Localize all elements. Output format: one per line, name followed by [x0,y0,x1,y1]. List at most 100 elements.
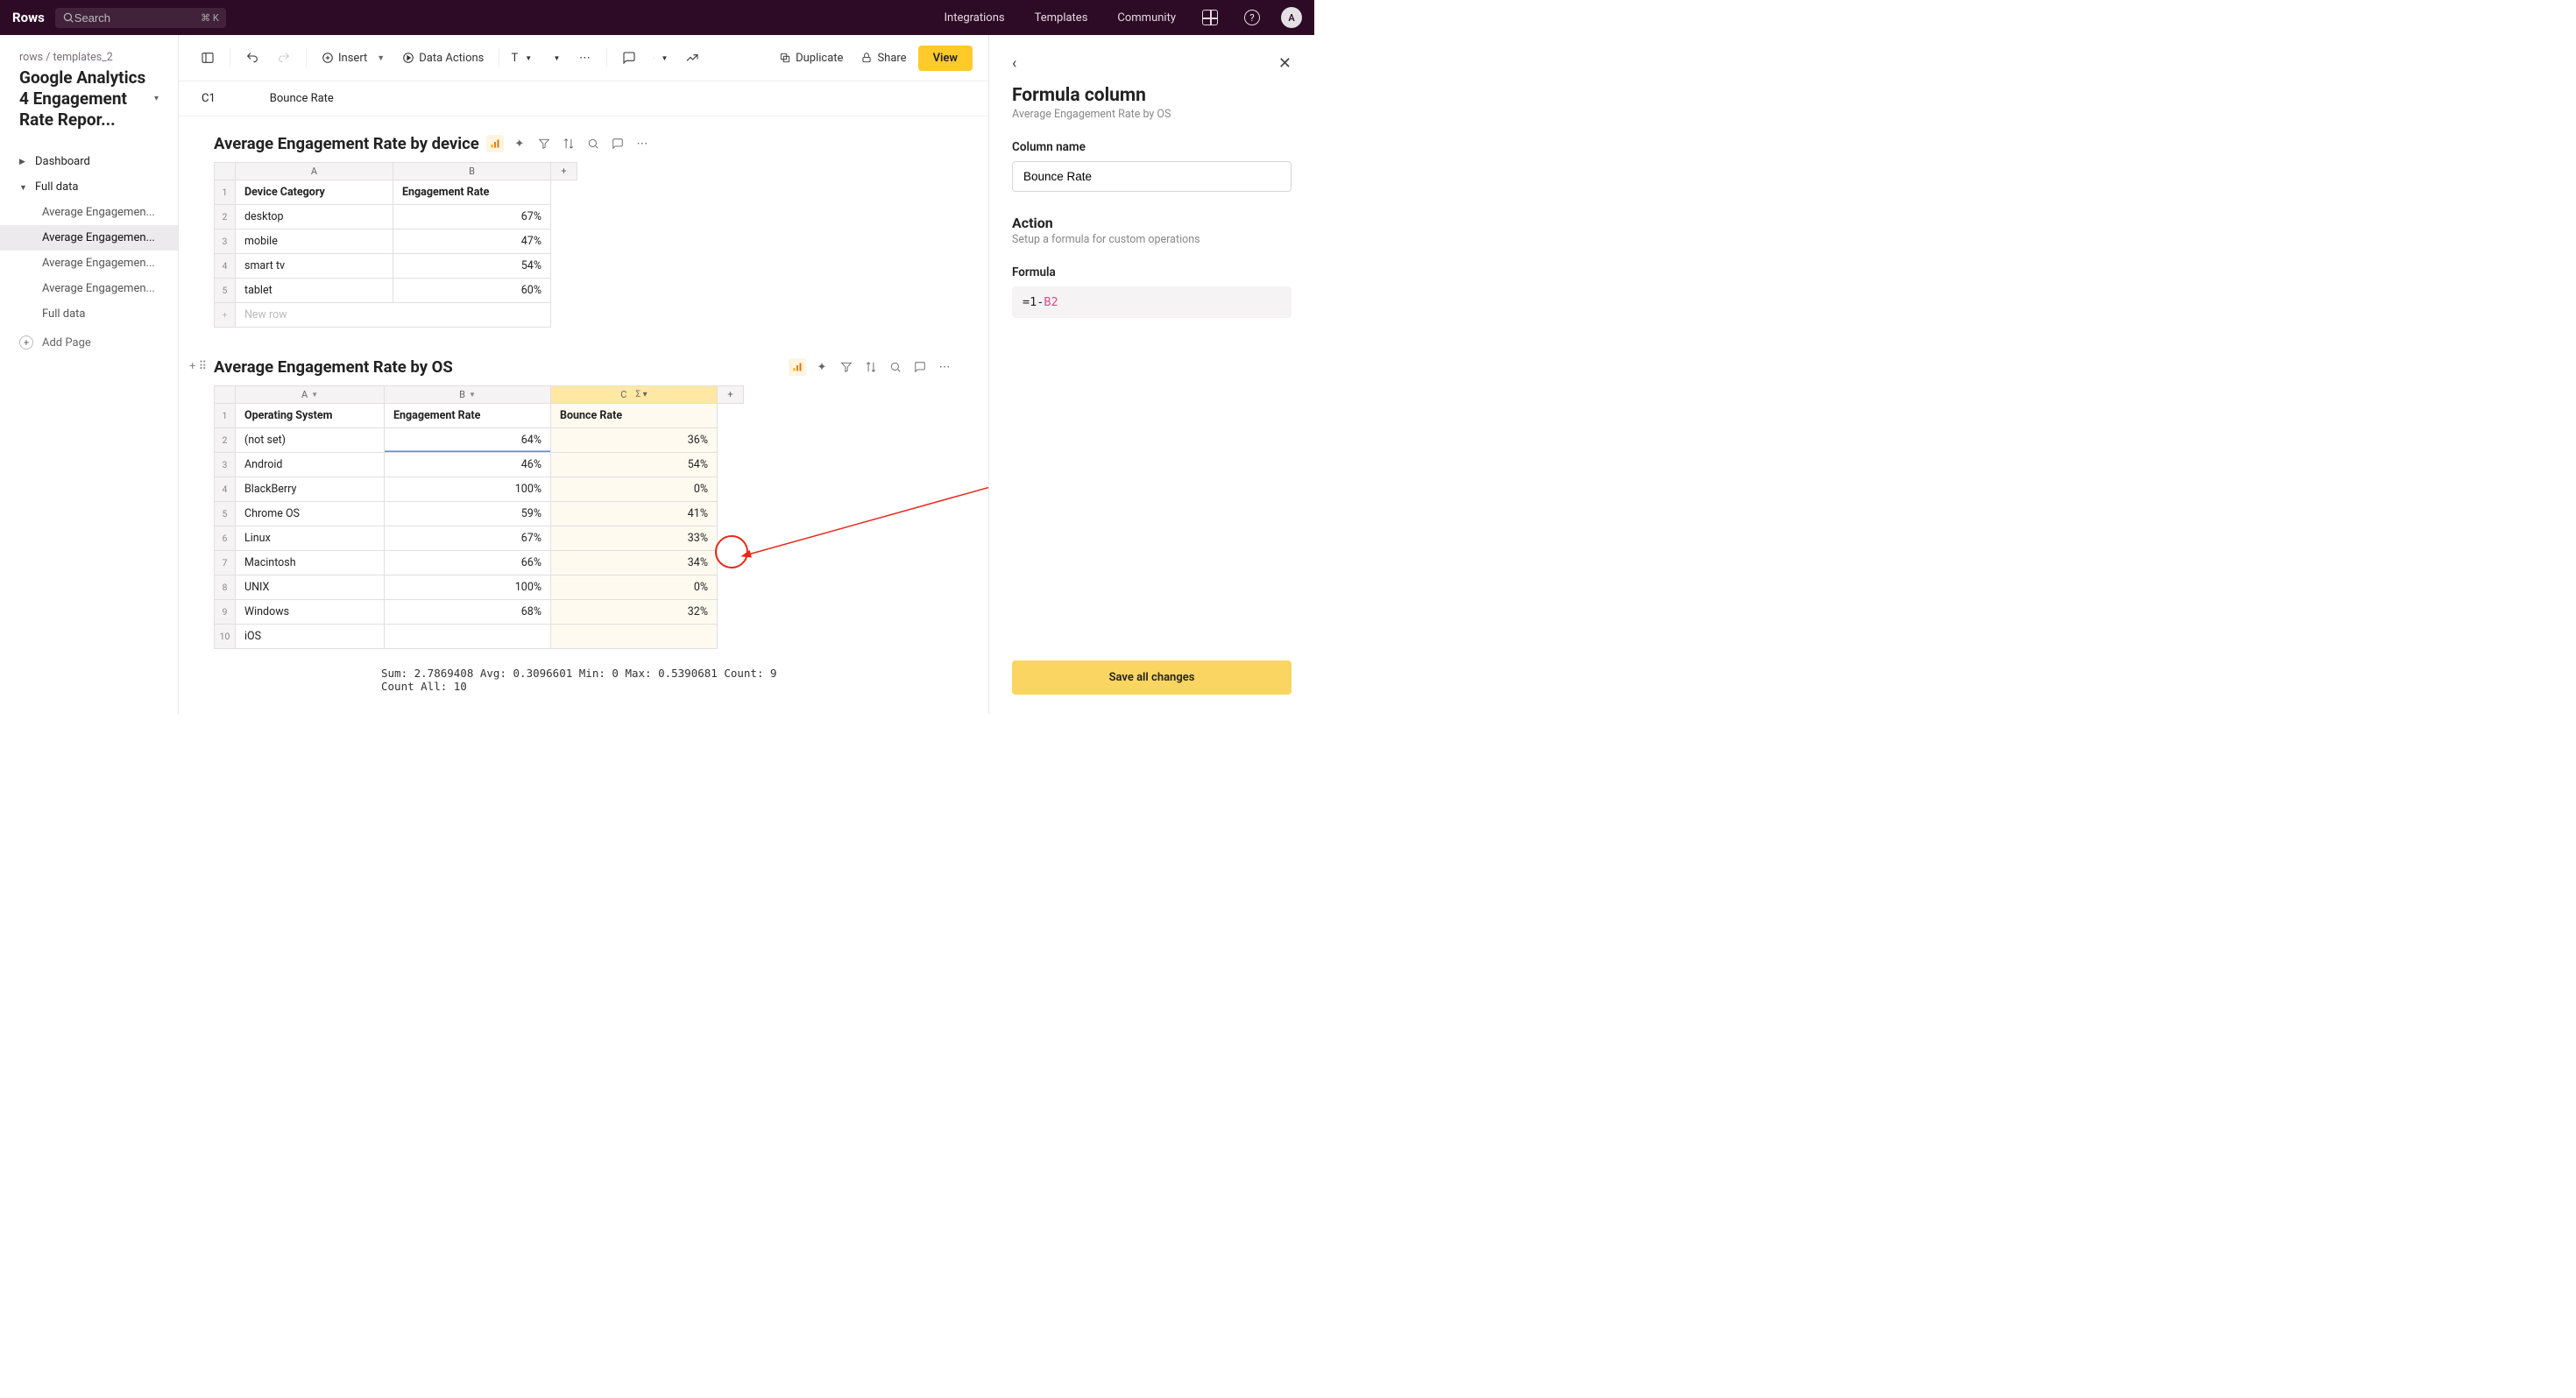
redo-button[interactable] [271,45,297,71]
data-cell[interactable]: 67% [385,526,551,551]
data-cell[interactable]: 47% [393,229,551,254]
nav-integrations[interactable]: Integrations [944,11,1004,25]
undo-button[interactable] [239,45,265,71]
corner-cell[interactable] [215,386,236,404]
data-cell[interactable]: UNIX [236,575,385,600]
sidebar-sub-1[interactable]: Average Engagemen... [0,225,178,251]
data-cell[interactable]: 33% [551,526,718,551]
share-button[interactable]: Share [854,47,912,69]
sidebar-item-fulldata[interactable]: ▼ Full data [0,174,178,200]
sort-icon[interactable] [862,358,880,376]
data-cell[interactable]: 59% [385,502,551,526]
data-actions-button[interactable]: Data Actions [396,47,490,69]
sidebar-sub-3[interactable]: Average Engagemen... [0,276,178,301]
search-table-icon[interactable] [584,135,602,152]
data-cell[interactable]: 0% [551,477,718,502]
col-header-a[interactable]: A▼ [236,386,385,404]
duplicate-button[interactable]: Duplicate [773,47,849,69]
col-header-c[interactable]: CΣ ▾ [551,386,718,404]
breadcrumb[interactable]: rows / templates_2 [0,51,178,64]
corner-cell[interactable] [215,163,236,180]
doc-title[interactable]: Google Analytics 4 Engagement Rate Repor… [19,67,154,130]
data-cell[interactable]: 54% [393,254,551,279]
toggle-panel-icon[interactable] [195,45,221,71]
sidebar-sub-0[interactable]: Average Engagemen... [0,200,178,225]
sort-icon[interactable] [560,135,577,152]
data-cell[interactable]: 32% [551,600,718,625]
data-cell[interactable]: tablet [236,279,393,303]
data-cell[interactable]: BlackBerry [236,477,385,502]
table-more-icon[interactable]: ⋯ [936,358,953,376]
add-row-button[interactable]: + [215,303,236,328]
data-cell[interactable]: 46% [385,453,551,477]
data-cell[interactable] [385,625,551,649]
data-cell[interactable]: 100% [385,477,551,502]
nav-templates[interactable]: Templates [1035,11,1088,25]
search-input[interactable] [74,11,180,25]
filter-icon[interactable] [535,135,553,152]
data-cell[interactable]: Chrome OS [236,502,385,526]
cell-reference[interactable]: C1 [196,92,244,105]
col-header-b[interactable]: B▼ [385,386,551,404]
data-cell[interactable]: Macintosh [236,551,385,575]
data-cell[interactable]: Android [236,453,385,477]
data-cell[interactable]: 41% [551,502,718,526]
table-title[interactable]: Average Engagement Rate by OS [214,357,453,377]
ai-icon[interactable]: ✦ [511,135,528,152]
data-cell[interactable]: iOS [236,625,385,649]
data-cell[interactable]: 100% [385,575,551,600]
new-row-cell[interactable]: New row [236,303,551,328]
data-cell[interactable]: 0% [551,575,718,600]
comment-table-icon[interactable] [911,358,929,376]
data-cell[interactable]: 66% [385,551,551,575]
insert-button[interactable]: Insert ▼ [315,47,391,69]
sidebar-sub-4[interactable]: Full data [0,301,178,327]
text-format-button[interactable]: T ▼ [508,45,534,71]
back-button[interactable]: ‹ [1012,54,1016,73]
sheet-os[interactable]: A▼ B▼ CΣ ▾ + 1Operating SystemEngagement… [214,385,744,649]
add-column-button[interactable]: + [718,386,744,404]
trend-button[interactable] [679,45,705,71]
data-cell[interactable]: mobile [236,229,393,254]
add-page-button[interactable]: + Add Page [0,327,178,358]
history-button[interactable]: ▼ [648,45,674,71]
formula-input[interactable]: =1-B2 [1012,286,1292,318]
block-handle[interactable]: + ⠿ [189,360,207,373]
header-cell[interactable]: Bounce Rate [551,404,718,428]
view-button[interactable]: View [918,46,973,71]
chevron-down-icon[interactable]: ▾ [154,94,159,103]
data-cell[interactable]: (not set) [236,428,385,453]
add-column-button[interactable]: + [551,163,577,180]
data-cell[interactable]: Linux [236,526,385,551]
column-name-input[interactable] [1012,161,1292,192]
sheet-device[interactable]: A B + 1Device CategoryEngagement Rate 2d… [214,162,577,328]
data-cell[interactable]: 60% [393,279,551,303]
filter-icon[interactable] [838,358,855,376]
data-cell[interactable]: smart tv [236,254,393,279]
nav-community[interactable]: Community [1117,11,1176,25]
data-cell[interactable] [551,625,718,649]
data-cell[interactable]: 64% [385,428,551,453]
ai-icon[interactable]: ✦ [813,358,831,376]
help-icon[interactable]: ? [1244,10,1260,25]
align-button[interactable]: ▼ [540,45,566,71]
save-changes-button[interactable]: Save all changes [1012,660,1292,695]
table-title[interactable]: Average Engagement Rate by device [214,134,479,153]
data-cell[interactable]: 68% [385,600,551,625]
data-cell[interactable]: Windows [236,600,385,625]
data-cell[interactable]: 54% [551,453,718,477]
header-cell[interactable]: Engagement Rate [385,404,551,428]
sidebar-item-dashboard[interactable]: ▶ Dashboard [0,149,178,174]
header-cell[interactable]: Engagement Rate [393,180,551,205]
data-cell[interactable]: 34% [551,551,718,575]
data-cell[interactable]: 67% [393,205,551,229]
search-table-icon[interactable] [887,358,904,376]
gift-icon[interactable] [1202,10,1218,25]
data-cell[interactable]: 36% [551,428,718,453]
more-format-button[interactable]: ⋯ [571,45,598,71]
header-cell[interactable]: Operating System [236,404,385,428]
col-header-b[interactable]: B [393,163,551,180]
global-search[interactable]: ⌘ K [55,8,226,28]
comment-table-icon[interactable] [609,135,626,152]
table-more-icon[interactable]: ⋯ [633,135,651,152]
